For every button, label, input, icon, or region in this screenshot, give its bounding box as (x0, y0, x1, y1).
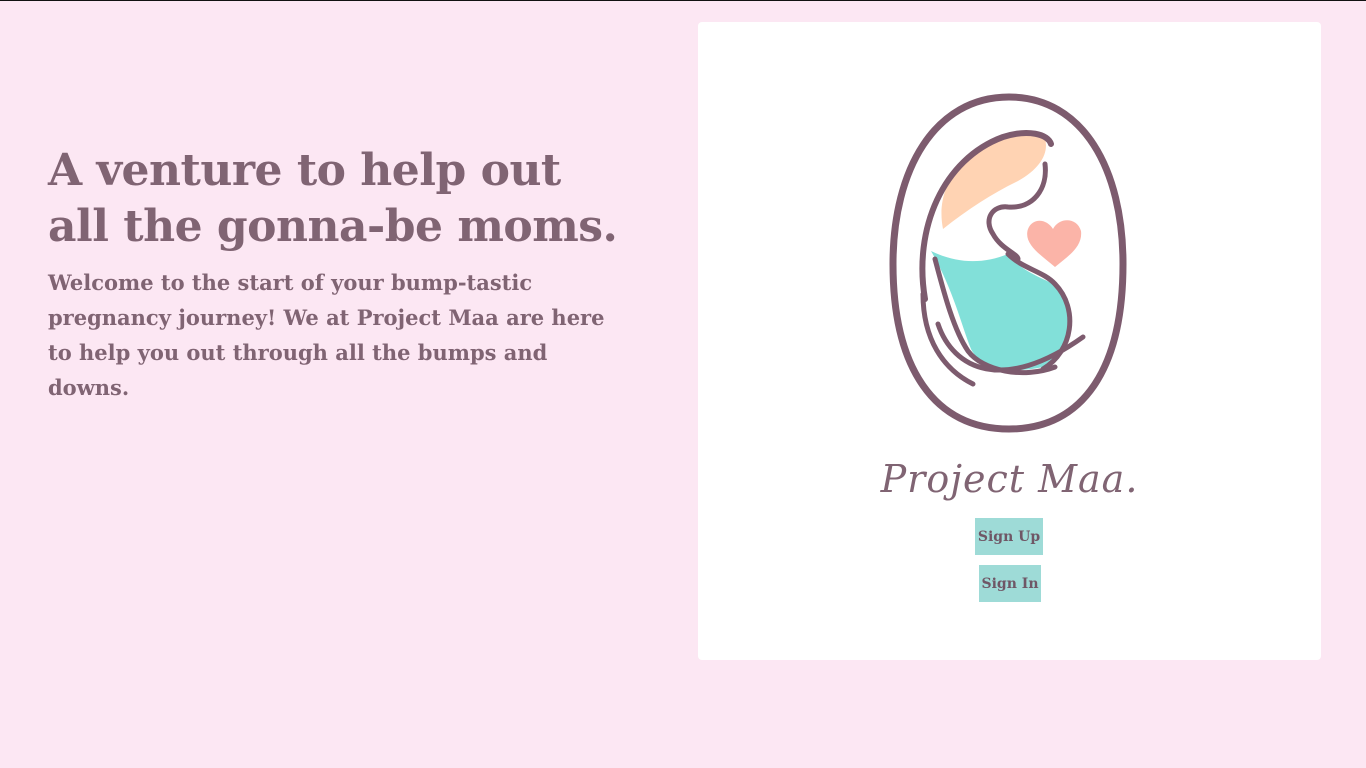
heart-icon (1027, 220, 1082, 267)
hero-description: Welcome to the start of your bump-tastic… (48, 270, 605, 400)
hero-title-line-1: A venture to help out (48, 145, 561, 196)
hero-title: A venture to help out all the gonna-be m… (48, 143, 648, 255)
sign-up-button[interactable]: Sign Up (975, 518, 1043, 555)
pregnant-mother-logo-icon (889, 93, 1127, 433)
hero-title-line-2: all the gonna-be moms. (48, 201, 618, 252)
sign-in-button[interactable]: Sign In (979, 565, 1041, 602)
brand-name: Project Maa. (880, 457, 1139, 501)
logo-hair (941, 134, 1046, 229)
hero-section: A venture to help out all the gonna-be m… (48, 143, 648, 405)
